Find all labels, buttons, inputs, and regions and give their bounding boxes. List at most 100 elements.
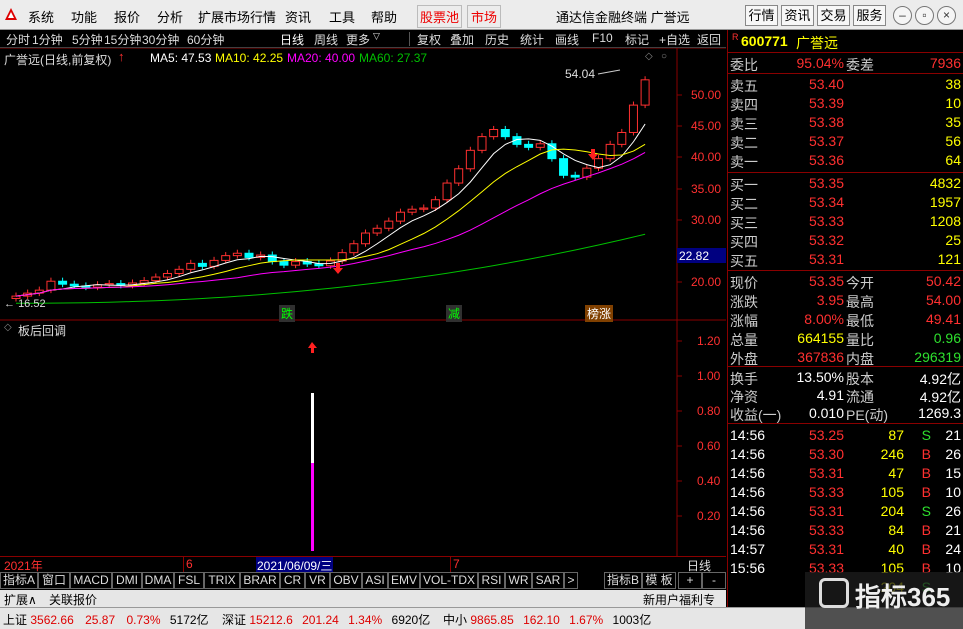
tab-related-quote[interactable]: 关联报价 xyxy=(49,591,97,608)
bid-row: 买二 53.34 1957 xyxy=(728,194,963,212)
ma60-legend: MA60: 27.37 xyxy=(359,51,428,65)
tab-indicator-b[interactable]: 指标B xyxy=(604,572,642,589)
tick-count: 15 xyxy=(945,465,961,481)
tab-more-arrow-icon[interactable]: > xyxy=(564,572,578,589)
stat-label: 收益(一) xyxy=(730,407,782,423)
menu-function[interactable]: 功能 xyxy=(71,7,97,26)
chart-option-circle-icon[interactable]: ○ xyxy=(661,51,667,62)
stat-value: 50.42 xyxy=(925,273,961,289)
tick-price: 53.30 xyxy=(808,446,844,462)
tab-cr[interactable]: CR xyxy=(280,572,305,589)
quote-button[interactable]: 行情 xyxy=(745,5,778,26)
more-dropdown-icon[interactable]: ▽ xyxy=(373,31,380,42)
kline-chart-area[interactable]: 广誉远(日线,前复权) ↑ MA5: 47.53 MA10: 42.25 MA2… xyxy=(0,48,726,556)
tab-vr[interactable]: VR xyxy=(305,572,330,589)
tab-dma[interactable]: DMA xyxy=(142,572,174,589)
service-button[interactable]: 服务 xyxy=(853,5,886,26)
period-60min[interactable]: 60分钟 xyxy=(187,31,224,48)
period-weekly[interactable]: 周线 xyxy=(314,31,338,48)
sh-index[interactable]: 上证 3562.66 25.87 0.73% 5172亿 xyxy=(3,611,209,628)
menu-help[interactable]: 帮助 xyxy=(371,7,397,26)
sz-index[interactable]: 深证 15212.6 201.24 1.34% 6920亿 xyxy=(222,611,430,628)
tool-history[interactable]: 历史 xyxy=(485,31,509,48)
tab-vol-tdx[interactable]: VOL-TDX xyxy=(420,572,478,589)
tool-draw[interactable]: 画线 xyxy=(555,31,579,48)
period-5min[interactable]: 5分钟 xyxy=(72,31,103,48)
tool-overlay[interactable]: 叠加 xyxy=(450,31,474,48)
chart-option-diamond-icon[interactable]: ◇ xyxy=(645,51,653,62)
period-1min[interactable]: 1分钟 xyxy=(32,31,63,48)
tab-sar[interactable]: SAR xyxy=(532,572,564,589)
tab-template[interactable]: 模 板 xyxy=(642,572,676,589)
menu-market[interactable]: 市场 xyxy=(467,5,502,28)
event-marker[interactable]: 榜涨 xyxy=(585,305,614,322)
menu-news[interactable]: 资讯 xyxy=(285,7,311,26)
ask-row: 卖四 53.39 10 xyxy=(728,95,963,113)
stat-row: 涨幅 8.00% 最低 49.41 xyxy=(728,311,963,329)
tab-wr[interactable]: WR xyxy=(505,572,532,589)
period-30min[interactable]: 30分钟 xyxy=(142,31,179,48)
zx-index[interactable]: 中小 9865.85 162.10 1.67% 1003亿 xyxy=(443,611,651,628)
tick-volume: 47 xyxy=(888,465,904,481)
stat-value: 13.50% xyxy=(796,369,844,385)
tab-window[interactable]: 窗口 xyxy=(38,572,70,589)
zoom-out-icon[interactable]: - xyxy=(702,572,726,589)
menu-extended-market[interactable]: 扩展市场行情 xyxy=(198,7,276,26)
news-button[interactable]: 资讯 xyxy=(781,5,814,26)
event-marker[interactable]: 减 xyxy=(446,305,463,322)
tool-f10[interactable]: F10 xyxy=(592,31,613,45)
tool-mark[interactable]: 标记 xyxy=(625,31,649,48)
stat-row: 涨跌 3.95 最高 54.00 xyxy=(728,292,963,310)
period-15min[interactable]: 15分钟 xyxy=(104,31,141,48)
event-marker[interactable]: 跌 xyxy=(279,305,296,322)
menu-analysis[interactable]: 分析 xyxy=(157,7,183,26)
tool-adjust[interactable]: 复权 xyxy=(417,31,441,48)
period-daily[interactable]: 日线 xyxy=(280,31,304,48)
menu-quote[interactable]: 报价 xyxy=(114,7,140,26)
stat-row: 总量 664155 量比 0.96 xyxy=(728,330,963,348)
indicator-axis-label: 1.20 xyxy=(697,334,721,348)
tab-fsl[interactable]: FSL xyxy=(174,572,204,589)
tab-emv[interactable]: EMV xyxy=(388,572,420,589)
bid-volume: 4832 xyxy=(929,175,961,191)
ask-level-label: 卖四 xyxy=(730,97,758,113)
stat-value: 8.00% xyxy=(804,311,844,327)
tab-expand[interactable]: 扩展∧ xyxy=(4,591,37,608)
quote-panel: R 600771 广誉远 委比 95.04% 委差 7936 卖五 53.40 38… xyxy=(727,30,963,607)
tick-volume: 84 xyxy=(888,522,904,538)
menu-system[interactable]: 系统 xyxy=(28,7,54,26)
trade-button[interactable]: 交易 xyxy=(817,5,850,26)
menu-stock-pool[interactable]: 股票池 xyxy=(417,5,463,28)
close-icon[interactable]: × xyxy=(937,6,956,25)
bid-level-label: 买一 xyxy=(730,177,758,193)
indicator-collapse-icon[interactable]: ◇ xyxy=(4,322,12,333)
period-tick[interactable]: 分时 xyxy=(6,31,30,48)
stock-code: 600771 xyxy=(741,33,788,49)
tool-back[interactable]: 返回 xyxy=(697,31,721,48)
tab-indicator-a[interactable]: 指标A xyxy=(0,572,38,589)
watermark-logo-icon xyxy=(819,578,849,608)
tool-add-watchlist[interactable]: +自选 xyxy=(659,31,690,48)
tool-statistics[interactable]: 统计 xyxy=(520,31,544,48)
price-axis-label: 20.00 xyxy=(691,275,722,289)
restore-icon[interactable]: ▫ xyxy=(915,6,934,25)
ask-price: 53.38 xyxy=(808,114,844,130)
tab-rsi[interactable]: RSI xyxy=(478,572,505,589)
zoom-in-icon[interactable]: + xyxy=(678,572,702,589)
candle-body xyxy=(407,208,417,213)
tab-obv[interactable]: OBV xyxy=(330,572,362,589)
tab-trix[interactable]: TRIX xyxy=(204,572,240,589)
tab-macd[interactable]: MACD xyxy=(70,572,112,589)
stat-label: 涨幅 xyxy=(730,313,758,329)
watermark-text: 指标365 xyxy=(855,582,951,612)
tab-asi[interactable]: ASI xyxy=(362,572,388,589)
stat-label: 股本 xyxy=(846,371,874,387)
candle-body xyxy=(314,263,324,267)
menu-tools[interactable]: 工具 xyxy=(329,7,355,26)
ma20-line xyxy=(15,151,646,297)
tab-dmi[interactable]: DMI xyxy=(112,572,142,589)
tab-brar[interactable]: BRAR xyxy=(240,572,280,589)
minimize-icon[interactable]: – xyxy=(893,6,912,25)
indicator-title: 板后回调 xyxy=(18,324,67,338)
period-more[interactable]: 更多 xyxy=(346,31,370,48)
